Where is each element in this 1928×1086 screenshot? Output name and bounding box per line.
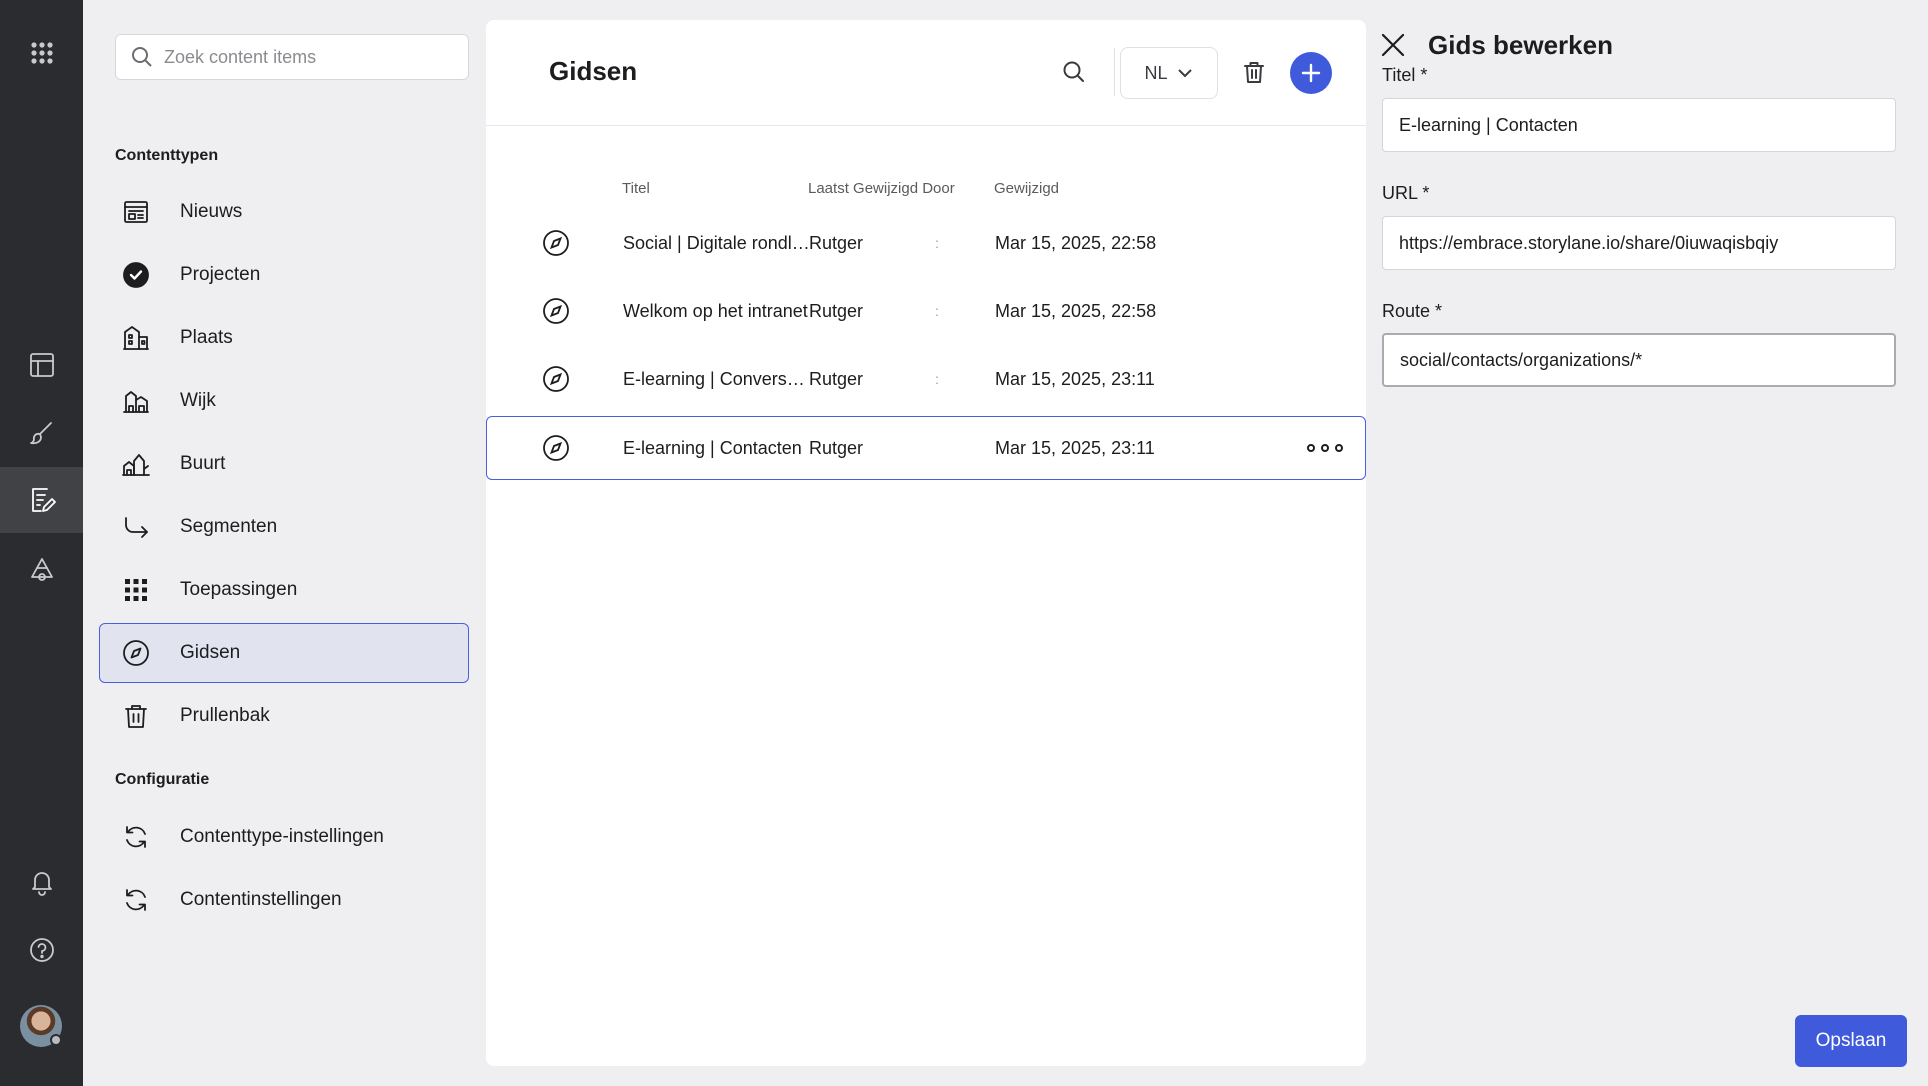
search-input[interactable] xyxy=(164,46,454,68)
arrow-turn-icon xyxy=(118,509,154,545)
apps-grid-icon[interactable] xyxy=(0,20,83,86)
sidebar-item-prullenbak[interactable]: Prullenbak xyxy=(99,686,469,746)
guides-panel: Gidsen NL Titel Laatst Gewijzigd Door Ge… xyxy=(486,20,1366,1066)
row-modified-by: Rutger xyxy=(809,368,864,389)
buildings-icon xyxy=(118,320,154,356)
row-separator: : xyxy=(935,303,939,319)
compass-icon xyxy=(541,296,571,326)
plus-icon xyxy=(1301,63,1321,83)
save-button[interactable]: Opslaan xyxy=(1795,1015,1907,1067)
route-field[interactable] xyxy=(1382,333,1896,387)
row-modified-by: Rutger xyxy=(809,300,864,321)
sidebar-item-plaats[interactable]: Plaats xyxy=(99,308,469,368)
status-dot xyxy=(50,1034,62,1046)
table-row-selected[interactable]: E-learning | Contacten Rutger Mar 15, 20… xyxy=(486,416,1366,480)
titel-field[interactable] xyxy=(1382,98,1896,152)
row-modified: Mar 15, 2025, 23:11 xyxy=(995,437,1155,458)
sidebar-item-gidsen[interactable]: Gidsen xyxy=(99,623,469,683)
neighborhood-icon xyxy=(118,446,154,482)
sidebar-item-label: Nieuws xyxy=(180,201,243,222)
sidebar-item-label: Toepassingen xyxy=(180,579,298,600)
app-rail xyxy=(0,0,83,1086)
search-button[interactable] xyxy=(1056,54,1092,90)
row-modified-by: Rutger xyxy=(809,232,864,253)
column-header-modified[interactable]: Gewijzigd xyxy=(994,180,1059,197)
column-header-title[interactable]: Titel xyxy=(622,180,650,197)
news-icon xyxy=(118,194,154,230)
bell-icon[interactable] xyxy=(0,849,83,915)
district-icon xyxy=(118,383,154,419)
chevron-down-icon xyxy=(1177,69,1192,78)
row-modified-by: Rutger xyxy=(809,437,864,458)
sidebar-item-wijk[interactable]: Wijk xyxy=(99,371,469,431)
row-title: Social | Digitale rondleiding xyxy=(623,232,813,253)
sidebar-item-label: Buurt xyxy=(180,453,226,474)
compass-icon xyxy=(541,364,571,394)
url-label: URL * xyxy=(1382,183,1430,203)
compass-icon xyxy=(118,635,154,671)
divider xyxy=(1114,48,1115,96)
language-select[interactable]: NL xyxy=(1120,47,1218,99)
row-title: E-learning | Conversaties xyxy=(623,368,813,389)
add-guide-button[interactable] xyxy=(1290,52,1332,94)
language-value: NL xyxy=(1144,62,1168,83)
help-icon[interactable] xyxy=(0,917,83,983)
search-icon xyxy=(1063,61,1084,82)
sidebar-item-label: Projecten xyxy=(180,264,261,285)
page-title: Gidsen xyxy=(549,56,638,86)
sidebar-item-label: Contentinstellingen xyxy=(180,889,342,910)
check-circle-icon xyxy=(118,257,154,293)
sidebar-item-nieuws[interactable]: Nieuws xyxy=(99,182,469,242)
sidebar-item-label: Contenttype-instellingen xyxy=(180,826,384,847)
sidebar-item-segmenten[interactable]: Segmenten xyxy=(99,497,469,557)
close-icon[interactable] xyxy=(1378,30,1408,60)
content-edit-icon[interactable] xyxy=(0,467,83,533)
trash-icon xyxy=(118,698,154,734)
route-label: Route * xyxy=(1382,301,1443,321)
sidebar-item-label: Wijk xyxy=(180,390,216,411)
sync-icon xyxy=(118,882,154,918)
row-modified: Mar 15, 2025, 22:58 xyxy=(995,300,1157,321)
url-field[interactable] xyxy=(1382,216,1896,270)
compass-icon xyxy=(541,433,571,463)
integrations-icon[interactable] xyxy=(0,537,83,603)
section-title-configuratie: Configuratie xyxy=(115,771,210,788)
row-separator: : xyxy=(935,235,939,251)
row-title: Welkom op het intranet xyxy=(623,300,808,321)
sidebar-item-projecten[interactable]: Projecten xyxy=(99,245,469,305)
sidebar-item-buurt[interactable]: Buurt xyxy=(99,434,469,494)
row-modified: Mar 15, 2025, 23:11 xyxy=(995,368,1155,389)
sidebar-item-toepassingen[interactable]: Toepassingen xyxy=(99,560,469,620)
table-row[interactable]: E-learning | Conversaties Rutger : Mar 1… xyxy=(486,347,1366,411)
content-type-sidebar: Contenttypen Nieuws Projecten Plaats Wij… xyxy=(83,0,483,1086)
search-icon xyxy=(132,47,152,67)
row-separator: : xyxy=(935,371,939,387)
sidebar-item-contenttype-instellingen[interactable]: Contenttype-instellingen xyxy=(99,807,469,867)
row-modified: Mar 15, 2025, 22:58 xyxy=(995,232,1157,253)
compass-icon xyxy=(541,228,571,258)
edit-pane-title: Gids bewerken xyxy=(1428,30,1613,60)
sidebar-item-label: Prullenbak xyxy=(180,705,270,726)
table-row[interactable]: Welkom op het intranet Rutger : Mar 15, … xyxy=(486,279,1366,343)
sidebar-item-label: Segmenten xyxy=(180,516,278,537)
sync-icon xyxy=(118,819,154,855)
panel-header: Gidsen NL xyxy=(486,20,1366,126)
content-search[interactable] xyxy=(115,34,469,80)
grid-icon xyxy=(118,572,154,608)
row-title: E-learning | Contacten xyxy=(623,437,802,458)
delete-button[interactable] xyxy=(1236,54,1272,90)
layout-icon[interactable] xyxy=(0,332,83,398)
more-options-icon[interactable] xyxy=(1307,438,1343,458)
table-row[interactable]: Social | Digitale rondleiding Rutger : M… xyxy=(486,211,1366,275)
trash-icon xyxy=(1244,62,1264,83)
sidebar-item-contentinstellingen[interactable]: Contentinstellingen xyxy=(99,870,469,930)
column-header-modified-by[interactable]: Laatst Gewijzigd Door xyxy=(808,180,955,197)
sidebar-item-label: Plaats xyxy=(180,327,233,348)
sidebar-item-label: Gidsen xyxy=(180,642,241,663)
section-title-contenttypen: Contenttypen xyxy=(115,147,219,164)
titel-label: Titel * xyxy=(1382,65,1428,85)
brush-icon[interactable] xyxy=(0,400,83,466)
